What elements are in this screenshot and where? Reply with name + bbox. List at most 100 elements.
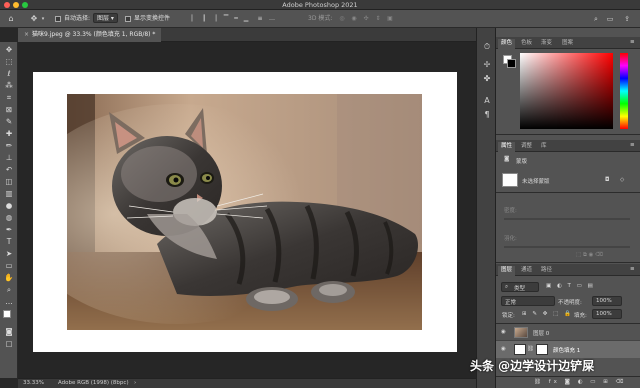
healing-brush-tool-icon[interactable]: ✚ xyxy=(2,128,16,139)
scale-3d-icon[interactable]: ▣ xyxy=(386,14,394,24)
layer-thumbnail xyxy=(514,327,528,338)
slide-3d-icon[interactable]: ⇕ xyxy=(374,14,382,24)
opacity-input[interactable]: 100% xyxy=(592,296,622,306)
align-center-icon[interactable]: ┃ xyxy=(200,14,208,24)
pen-tool-icon[interactable]: ✒ xyxy=(2,224,16,235)
tab-gradients[interactable]: 渐变 xyxy=(538,39,555,49)
document-tab[interactable]: × 猫咪9.jpeg @ 33.3% (颜色填充 1, RGB/8) * xyxy=(18,28,162,42)
layer-filter-icons[interactable]: ▣ ◐ T ▭ ▤ xyxy=(546,283,595,289)
more-options-icon[interactable]: … xyxy=(268,14,276,24)
quick-mask-icon[interactable]: ◙ xyxy=(2,326,16,337)
share-icon[interactable]: ⇪ xyxy=(622,14,632,24)
align-bottom-icon[interactable]: ▁ xyxy=(242,14,250,24)
lock-icons[interactable]: ⊞ ✎ ✥ ⬚ 🔒 xyxy=(522,311,573,317)
foreground-color-swatch[interactable] xyxy=(3,310,11,318)
zoom-tool-icon[interactable]: ⌕ xyxy=(2,284,16,295)
path-selection-tool-icon[interactable]: ➤ xyxy=(2,248,16,259)
show-transform-checkbox[interactable] xyxy=(125,15,131,22)
opacity-label: 不透明度: xyxy=(558,300,582,306)
fill-label: 填充: xyxy=(574,313,587,319)
panel-menu-icon[interactable]: ≡ xyxy=(630,39,635,45)
blur-tool-icon[interactable]: ● xyxy=(2,200,16,211)
blend-mode-dropdown[interactable]: 正常 xyxy=(501,296,555,306)
eyedropper-tool-icon[interactable]: ✎ xyxy=(2,116,16,127)
hue-slider[interactable] xyxy=(620,53,628,129)
tab-close-icon[interactable]: × xyxy=(24,31,29,38)
rectangle-tool-icon[interactable]: ▭ xyxy=(2,260,16,271)
auto-select-dropdown[interactable]: 图层 ▾ xyxy=(93,13,118,25)
clone-stamp-tool-icon[interactable]: ⊥ xyxy=(2,152,16,163)
align-middle-icon[interactable]: ━ xyxy=(232,14,240,24)
drag-3d-icon[interactable]: ✣ xyxy=(362,14,370,24)
brush-tool-icon[interactable]: ✏ xyxy=(2,140,16,151)
tab-color[interactable]: 颜色 xyxy=(498,39,516,49)
gradient-tool-icon[interactable]: ▥ xyxy=(2,188,16,199)
paragraph-panel-icon[interactable]: ¶ xyxy=(481,110,493,119)
fill-input[interactable]: 100% xyxy=(592,309,622,319)
tab-channels[interactable]: 通道 xyxy=(518,266,535,276)
show-transform-label: 显示变换控件 xyxy=(134,15,171,22)
lasso-tool-icon[interactable]: ℓ xyxy=(2,68,16,79)
frame-tool-icon[interactable]: ⊠ xyxy=(2,104,16,115)
eraser-tool-icon[interactable]: ◫ xyxy=(2,176,16,187)
document-tab-label: 猫咪9.jpeg @ 33.3% (颜色填充 1, RGB/8) * xyxy=(32,31,156,38)
visibility-eye-icon[interactable]: ◉ xyxy=(501,329,506,335)
align-right-icon[interactable]: ▕ xyxy=(210,14,218,24)
auto-select-option[interactable]: 自动选择: xyxy=(55,13,90,25)
align-left-icon[interactable]: ▏ xyxy=(190,14,198,24)
auto-select-label: 自动选择: xyxy=(64,15,91,22)
hand-tool-icon[interactable]: ✋ xyxy=(2,272,16,283)
vector-mask-icon[interactable]: ◇ xyxy=(620,177,624,183)
tab-swatches[interactable]: 色板 xyxy=(518,39,535,49)
layer-filter-dropdown[interactable]: ⌕ 类型 xyxy=(501,282,539,292)
tab-adjustments[interactable]: 调整 xyxy=(518,142,535,152)
brush-settings-icon[interactable]: ✢ xyxy=(481,60,493,69)
roll-3d-icon[interactable]: ◉ xyxy=(350,14,358,24)
mask-thumbnail xyxy=(502,173,518,187)
align-top-icon[interactable]: ▔ xyxy=(222,14,230,24)
orbit-3d-icon[interactable]: ◎ xyxy=(338,14,346,24)
home-icon[interactable]: ⌂ xyxy=(6,14,16,24)
dodge-tool-icon[interactable]: ◍ xyxy=(2,212,16,223)
feather-label: 羽化: xyxy=(504,236,517,242)
color-picker-field[interactable] xyxy=(520,53,613,129)
marquee-tool-icon[interactable]: ⬚ xyxy=(2,56,16,67)
magic-wand-tool-icon[interactable]: ⁂ xyxy=(2,80,16,91)
character-panel-icon[interactable]: A xyxy=(481,96,493,105)
chevron-down-icon[interactable]: ▾ xyxy=(40,14,46,24)
tab-layers[interactable]: 图层 xyxy=(498,266,516,276)
status-chevron-icon[interactable]: › xyxy=(134,379,136,388)
move-tool-icon[interactable]: ✥ xyxy=(28,14,40,24)
tab-properties[interactable]: 属性 xyxy=(498,142,516,152)
auto-select-checkbox[interactable] xyxy=(55,15,61,22)
show-transform-option[interactable]: 显示变换控件 xyxy=(125,13,170,25)
move-tool-icon[interactable]: ✥ xyxy=(2,44,16,55)
filter-search-icon: ⌕ xyxy=(505,284,509,290)
feather-slider[interactable] xyxy=(504,246,630,248)
distribute-icon[interactable]: ≡ xyxy=(256,14,264,24)
panel-menu-icon[interactable]: ≡ xyxy=(630,266,635,272)
search-icon[interactable]: ⌕ xyxy=(591,14,601,24)
type-tool-icon[interactable]: T xyxy=(2,236,16,247)
history-brush-tool-icon[interactable]: ↶ xyxy=(2,164,16,175)
crop-tool-icon[interactable]: ⌗ xyxy=(2,92,16,103)
layer-mask-thumbnail xyxy=(536,344,548,355)
color-bg-swatch[interactable] xyxy=(507,59,516,68)
tab-libraries[interactable]: 库 xyxy=(538,142,550,152)
layer-row[interactable]: ◉ 图层 0 xyxy=(496,324,640,341)
workspace-icon[interactable]: ▭ xyxy=(605,14,615,24)
layer-row[interactable]: ◉ ⛓ 颜色填充 1 xyxy=(496,341,640,358)
cat-photo xyxy=(67,94,422,330)
tab-patterns[interactable]: 图案 xyxy=(559,39,576,49)
pixel-mask-icon[interactable]: ◘ xyxy=(605,177,609,183)
visibility-eye-icon[interactable]: ◉ xyxy=(501,346,506,352)
density-slider[interactable] xyxy=(504,218,630,220)
panel-menu-icon[interactable]: ≡ xyxy=(630,142,635,148)
screen-mode-icon[interactable]: ▢ xyxy=(2,338,16,349)
tab-paths[interactable]: 路径 xyxy=(538,266,555,276)
history-panel-icon[interactable]: ⏱ xyxy=(481,42,493,52)
layers-footer-icons[interactable]: ⛓ fx ◙ ◐ ▭ ⊞ ⌫ xyxy=(534,379,626,385)
more-tools-icon[interactable]: … xyxy=(2,296,16,307)
actions-panel-icon[interactable]: ✤ xyxy=(481,74,493,83)
zoom-level[interactable]: 33.33% xyxy=(23,379,44,388)
